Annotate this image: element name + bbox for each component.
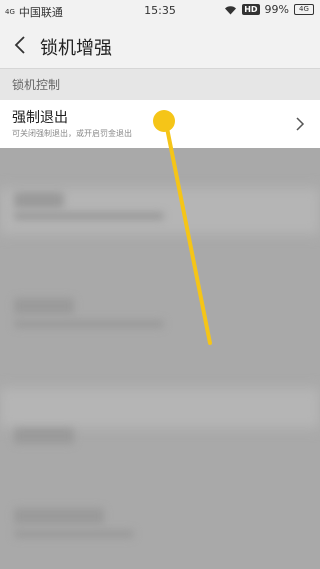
blurred-text [14, 428, 74, 444]
blurred-text [14, 298, 74, 314]
blurred-text [14, 212, 164, 220]
back-button[interactable] [6, 30, 34, 60]
page-title: 锁机增强 [40, 38, 112, 59]
blurred-text [14, 192, 64, 208]
chevron-right-icon [296, 117, 305, 131]
setting-title: 强制退出 [12, 110, 68, 126]
battery-percent: 99% [264, 3, 289, 16]
back-arrow-icon [14, 36, 25, 54]
force-exit-setting-row[interactable]: 强制退出 可关闭强制退出，或开启罚金退出 [0, 100, 320, 148]
battery-icon: 4G [294, 4, 314, 15]
status-right: HD 99% 4G [224, 3, 314, 16]
wifi-icon [225, 5, 237, 14]
blurred-text [14, 530, 134, 538]
blurred-text [14, 508, 104, 524]
blurred-text [14, 320, 164, 328]
status-bar: 4G 中国联通 15:35 HD 99% 4G [0, 0, 320, 22]
app-header: 锁机增强 [0, 22, 320, 68]
blurred-content-area [0, 148, 320, 569]
setting-description: 可关闭强制退出，或开启罚金退出 [12, 129, 132, 138]
section-header: 锁机控制 [0, 68, 320, 100]
blurred-row [0, 388, 320, 428]
hd-badge: HD [242, 4, 260, 15]
